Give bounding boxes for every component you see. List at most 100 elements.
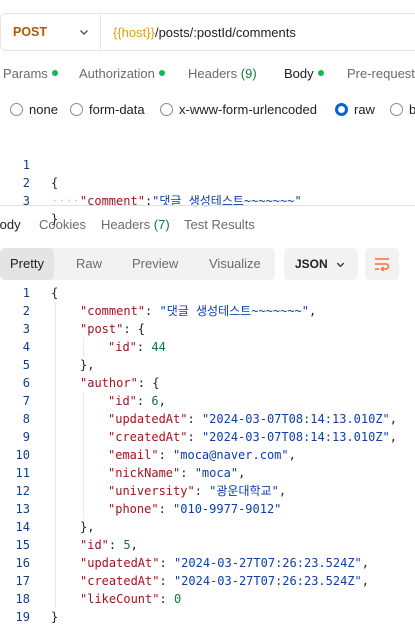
radio-none[interactable]: none	[10, 102, 58, 117]
wrap-lines-button[interactable]	[365, 248, 399, 280]
brace: }	[51, 610, 59, 624]
json-key: "createdAt"	[80, 574, 160, 588]
line-number: 8	[22, 412, 30, 426]
json-string: "2024-03-07T08:14:13.010Z"	[201, 430, 390, 444]
code-text: "createdAt": "2024-03-27T07:26:23.524Z",	[80, 574, 370, 588]
code-line: 12 "university": "광운대학교",	[0, 482, 415, 500]
line-number: 6	[22, 376, 30, 390]
tab-prerequest[interactable]: Pre-request	[347, 66, 415, 81]
brace: {	[51, 286, 59, 300]
tab-body-label: Body	[284, 66, 314, 81]
line-number: 10	[15, 448, 30, 462]
code-line: 13 "phone": "010-9977-9012"	[0, 500, 415, 518]
tab-test-results[interactable]: Test Results	[184, 217, 255, 232]
json-number: 6	[151, 394, 159, 408]
radio-binary[interactable]: b	[390, 102, 415, 117]
line-number: 13	[15, 502, 30, 516]
view-pretty[interactable]: Pretty	[0, 248, 54, 280]
radio-circle	[70, 103, 83, 116]
json-string: "moca@naver.com"	[173, 448, 289, 462]
json-key: "comment"	[80, 304, 146, 318]
line-number: 4	[22, 340, 30, 354]
code-text: "id": 6,	[108, 394, 166, 408]
tab-response-headers-label: Headers	[101, 217, 151, 232]
tab-params-label: Params	[3, 66, 48, 81]
view-preview[interactable]: Preview	[132, 248, 178, 280]
code-text: }	[51, 608, 58, 625]
radio-circle	[160, 103, 173, 116]
tab-response-body[interactable]: Body	[0, 217, 21, 232]
line-number: 3	[22, 194, 30, 208]
json-string: "010-9977-9012"	[173, 502, 282, 516]
request-body-editor[interactable]: 1 { 2 ····"comment":"댓글 생성테스트~~~~~~~" 3 …	[0, 138, 415, 226]
code-line: 19}	[0, 608, 415, 625]
json-key: "likeCount"	[80, 592, 160, 606]
radio-circle	[390, 103, 403, 116]
line-number: 15	[15, 538, 30, 552]
json-key: "updatedAt"	[80, 556, 160, 570]
view-raw[interactable]: Raw	[76, 248, 102, 280]
line-number: 7	[22, 394, 30, 408]
line-number: 14	[15, 520, 30, 534]
status-dot	[51, 70, 58, 76]
url-variable: {{host}}	[113, 24, 155, 40]
code-line: 15 "id": 5,	[0, 536, 415, 554]
radio-circle	[10, 103, 23, 116]
code-line: 9 "createdAt": "2024-03-07T08:14:13.010Z"…	[0, 428, 415, 446]
line-number: 18	[15, 592, 30, 606]
code-line: 2 ····"comment":"댓글 생성테스트~~~~~~~"	[0, 156, 415, 208]
line-number: 11	[15, 466, 30, 480]
code-line: 11 "nickName": "moca",	[0, 464, 415, 482]
method-select[interactable]: POST	[1, 14, 101, 50]
tab-response-headers[interactable]: Headers (7)	[101, 217, 170, 232]
response-body-viewer[interactable]: 1{ 2 "comment": "댓글 생성테스트~~~~~~~", 3 "post…	[0, 284, 415, 625]
tab-cookies[interactable]: Cookies	[39, 217, 86, 232]
code-line: 7 "id": 6,	[0, 392, 415, 410]
code-line: 17 "createdAt": "2024-03-27T07:26:23.524Z…	[0, 572, 415, 590]
code-line: 16 "updatedAt": "2024-03-27T07:26:23.524Z…	[0, 554, 415, 572]
format-select[interactable]: JSON	[284, 248, 358, 280]
radio-raw[interactable]: raw	[335, 102, 375, 117]
json-key: "email"	[108, 448, 159, 462]
format-label: JSON	[295, 257, 328, 271]
json-key: "updatedAt"	[108, 412, 188, 426]
code-text: },	[80, 358, 95, 372]
json-string: "댓글 생성테스트~~~~~~~"	[159, 304, 310, 318]
code-text: ····"comment":"댓글 생성테스트~~~~~~~"	[51, 194, 302, 208]
radio-circle-selected	[335, 103, 348, 116]
radio-raw-label: raw	[354, 102, 375, 117]
tab-body[interactable]: Body	[284, 66, 324, 81]
tab-params[interactable]: Params	[3, 66, 58, 81]
tab-prerequest-label: Pre-request	[347, 66, 415, 81]
code-text: "phone": "010-9977-9012"	[108, 502, 282, 516]
response-headers-count: (7)	[153, 217, 170, 232]
line-number: 2	[22, 304, 30, 318]
tab-headers[interactable]: Headers (9)	[188, 66, 257, 81]
code-line: 2 "comment": "댓글 생성테스트~~~~~~~",	[0, 302, 415, 320]
chevron-down-icon	[80, 30, 88, 35]
pane-divider[interactable]	[0, 205, 415, 206]
json-number: 0	[173, 592, 182, 606]
url-input[interactable]: {{host}}/posts/:postId/comments	[101, 25, 296, 40]
json-key: "id"	[80, 538, 109, 552]
json-string: "2024-03-07T08:14:13.010Z"	[201, 412, 390, 426]
tab-authorization[interactable]: Authorization	[79, 66, 165, 81]
radio-form-data[interactable]: form-data	[70, 102, 145, 117]
radio-urlencoded-label: x-www-form-urlencoded	[179, 102, 317, 117]
code-text: "id": 5,	[80, 538, 138, 552]
radio-form-data-label: form-data	[89, 102, 145, 117]
tab-headers-label: Headers	[188, 66, 238, 81]
line-number: 19	[15, 610, 30, 624]
json-string: "moca"	[194, 466, 239, 480]
view-visualize[interactable]: Visualize	[209, 248, 261, 280]
status-dot	[317, 70, 324, 76]
code-text: "author": {	[80, 376, 160, 390]
code-line: 14},	[0, 518, 415, 536]
code-text: "comment": "댓글 생성테스트~~~~~~~",	[80, 304, 317, 318]
code-line: 4 "id": 44	[0, 338, 415, 356]
code-text: },	[80, 520, 95, 534]
code-line: 3 }	[0, 174, 415, 226]
line-number: 16	[15, 556, 30, 570]
json-key: "author"	[80, 376, 138, 390]
radio-urlencoded[interactable]: x-www-form-urlencoded	[160, 102, 317, 117]
